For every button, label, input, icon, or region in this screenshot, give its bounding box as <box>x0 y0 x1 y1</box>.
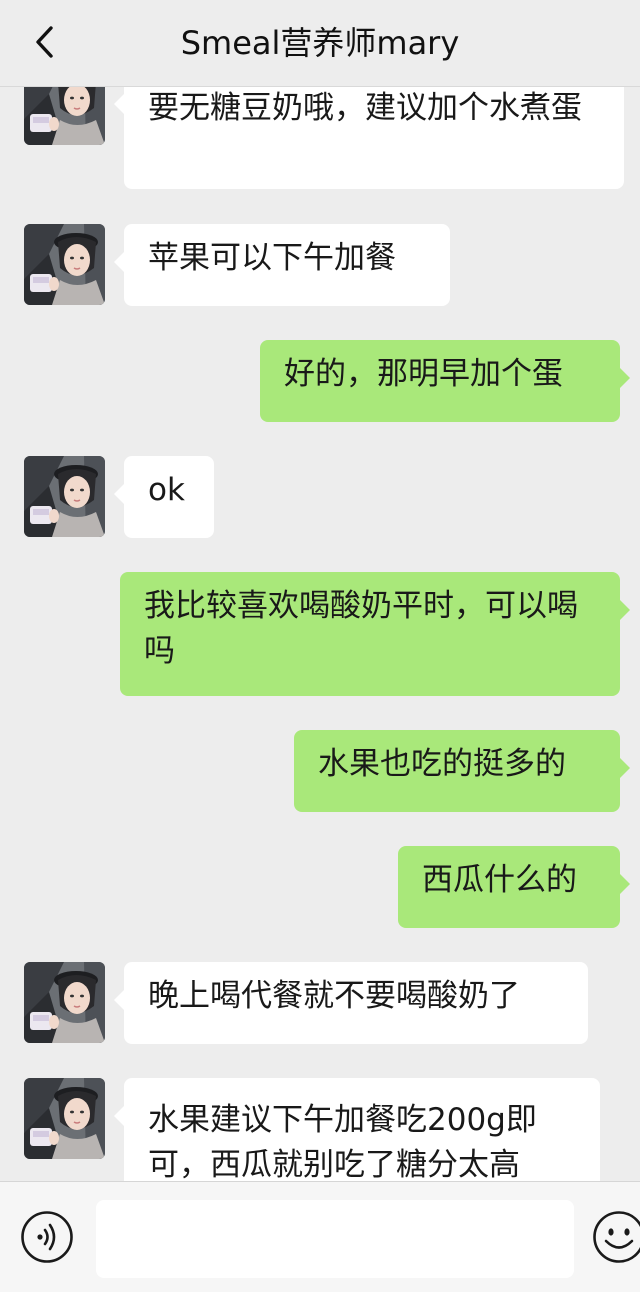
message-bubble-incoming[interactable]: ok <box>124 456 214 538</box>
message-bubble-incoming[interactable]: 水果建议下午加餐吃200g即可，西瓜就别吃了糖分太高 <box>124 1078 600 1181</box>
message-bubble-outgoing[interactable]: 好的，那明早加个蛋 <box>260 340 620 422</box>
voice-button[interactable] <box>20 1210 74 1264</box>
emoji-button[interactable] <box>592 1210 640 1264</box>
message-input[interactable] <box>96 1200 574 1278</box>
message-bubble-incoming[interactable]: 晚上喝代餐就不要喝酸奶了 <box>124 962 588 1044</box>
emoji-icon <box>592 1210 640 1264</box>
contact-avatar[interactable] <box>24 86 105 145</box>
message-bubble-incoming[interactable]: 要无糖豆奶哦，建议加个水煮蛋 <box>124 86 624 189</box>
message-bubble-incoming[interactable]: 苹果可以下午加餐 <box>124 224 450 306</box>
message-bubble-outgoing[interactable]: 水果也吃的挺多的 <box>294 730 620 812</box>
contact-avatar[interactable] <box>24 1078 105 1159</box>
contact-avatar[interactable] <box>24 962 105 1043</box>
chat-header: Smeal营养师mary <box>0 0 640 87</box>
message-bubble-outgoing[interactable]: 西瓜什么的 <box>398 846 620 928</box>
voice-icon <box>20 1210 74 1264</box>
contact-avatar[interactable] <box>24 456 105 537</box>
message-bubble-outgoing[interactable]: 我比较喜欢喝酸奶平时，可以喝吗 <box>120 572 620 696</box>
message-list[interactable]: 要无糖豆奶哦，建议加个水煮蛋 苹果可以下午加餐 好的，那明早加个蛋 ok 我比较… <box>0 86 640 1181</box>
input-bar <box>0 1181 640 1292</box>
chat-title: Smeal营养师mary <box>0 24 640 62</box>
contact-avatar[interactable] <box>24 224 105 305</box>
